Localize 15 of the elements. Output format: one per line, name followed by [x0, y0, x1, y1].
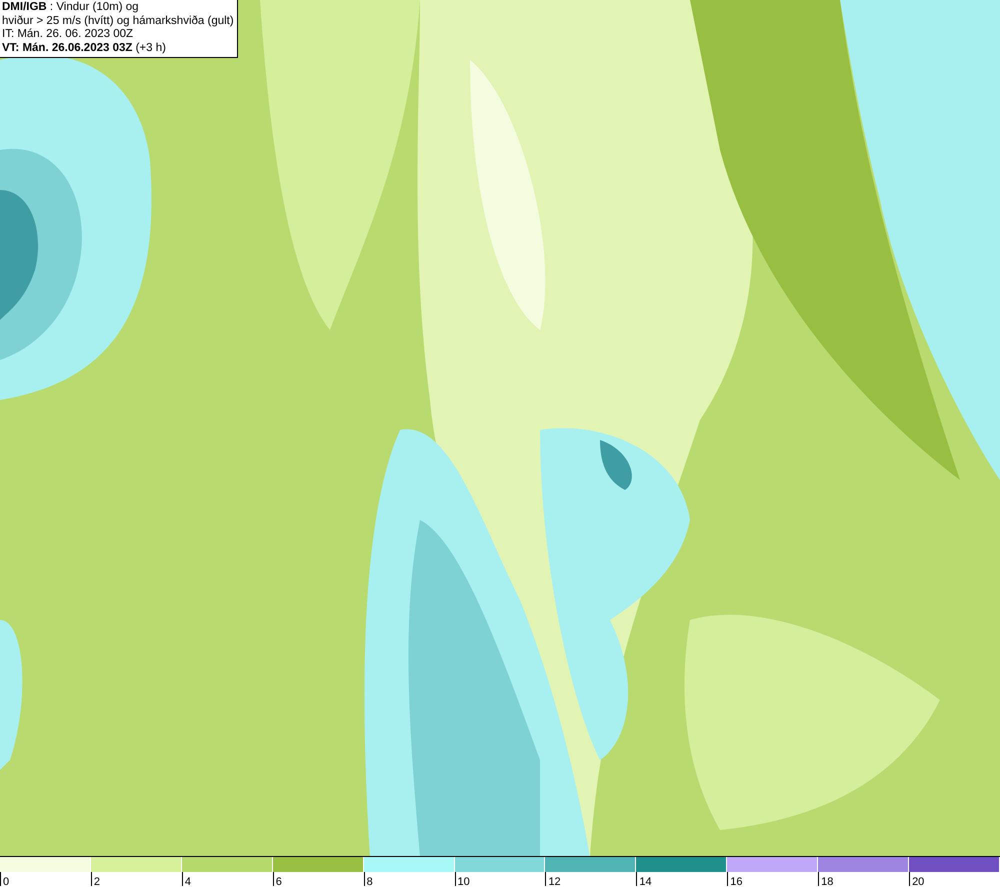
- scale-label: 0: [2, 876, 10, 887]
- title-line: hviður > 25 m/s (hvítt) og hámarkshviða (gult): [2, 14, 234, 28]
- scale-label: 16: [729, 876, 742, 887]
- scale-label: 8: [366, 876, 373, 887]
- scale-label: 10: [456, 876, 470, 887]
- title-line: DMI/IGB : Vindur (10m) og: [2, 1, 140, 14]
- scale-label: 12: [547, 876, 561, 887]
- scale-label: 2: [92, 876, 100, 887]
- title-line: IT: Mán. 26. 06. 2023 00Z: [2, 28, 134, 42]
- scale-label: 4: [184, 876, 191, 887]
- scale-label: 14: [638, 876, 652, 887]
- scale-label: 6: [274, 876, 282, 887]
- scale-label: 18: [820, 876, 834, 887]
- title-line: VT: Mán. 26.06.2023 03Z (+3 h): [2, 42, 167, 55]
- scale-label: 20: [911, 876, 924, 887]
